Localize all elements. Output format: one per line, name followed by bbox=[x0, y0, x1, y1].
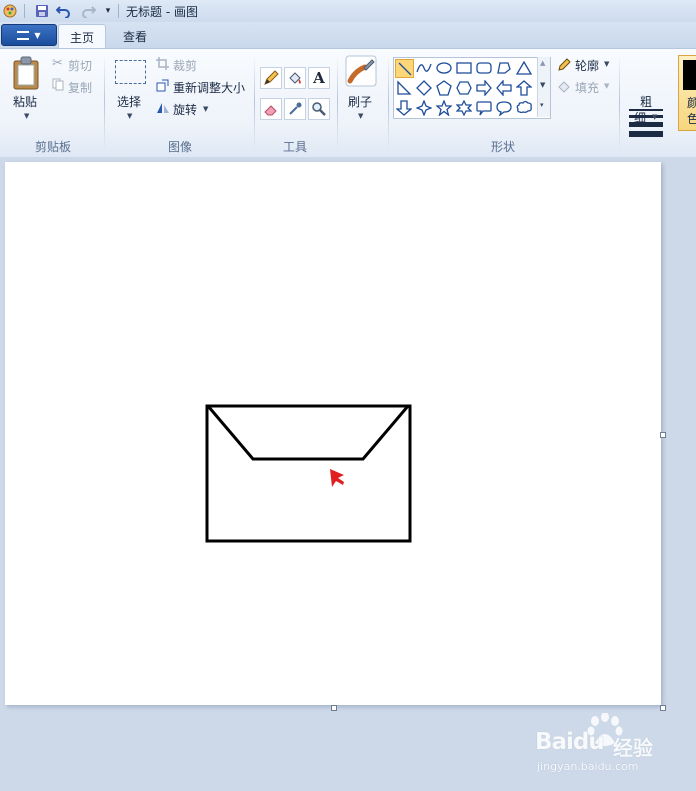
file-menu-button[interactable]: ▼ bbox=[1, 24, 57, 46]
shape-curve-icon[interactable] bbox=[415, 59, 433, 77]
outline-icon bbox=[557, 58, 571, 72]
fill-icon[interactable] bbox=[284, 67, 306, 89]
cut-button[interactable]: 剪切 bbox=[68, 57, 92, 74]
scroll-up-icon[interactable]: ▲ bbox=[540, 59, 545, 67]
scroll-down-icon[interactable]: ▼ bbox=[540, 81, 545, 89]
image-group-label: 图像 bbox=[167, 140, 192, 154]
shape-cloud-callout-icon[interactable] bbox=[515, 99, 533, 117]
fill-button[interactable]: 填充 bbox=[575, 79, 599, 96]
envelope-drawing bbox=[205, 404, 412, 543]
shape-rounded-rectangle-icon[interactable] bbox=[475, 59, 493, 77]
chevron-down-icon[interactable]: ▼ bbox=[358, 112, 363, 120]
chevron-down-icon[interactable]: ▼ bbox=[604, 82, 609, 90]
shape-polygon-icon[interactable] bbox=[495, 59, 513, 77]
color1-label-2: 色 bbox=[687, 112, 696, 126]
shapes-gallery bbox=[393, 57, 551, 119]
fill-shape-icon bbox=[557, 79, 571, 93]
undo-icon[interactable] bbox=[56, 3, 72, 19]
watermark-brand: Baidu bbox=[535, 729, 605, 755]
shape-left-arrow-icon[interactable] bbox=[495, 79, 513, 97]
canvas-resize-handle-right[interactable] bbox=[660, 432, 666, 438]
shapes-gallery-scrollbar[interactable]: ▲ ▼ ▾ bbox=[537, 57, 550, 117]
chevron-down-icon[interactable]: ▼ bbox=[652, 113, 657, 121]
shape-hexagon-icon[interactable] bbox=[455, 79, 473, 97]
shape-five-point-star-icon[interactable] bbox=[435, 99, 453, 117]
shape-four-point-star-icon[interactable] bbox=[415, 99, 433, 117]
select-button[interactable]: 选择 bbox=[117, 93, 141, 110]
eraser-icon[interactable] bbox=[260, 98, 282, 120]
redo-icon[interactable] bbox=[80, 3, 96, 19]
canvas-resize-handle-bottom[interactable] bbox=[331, 705, 337, 711]
color1-swatch bbox=[683, 60, 696, 90]
size-label-2[interactable]: 细 bbox=[634, 109, 646, 126]
mouse-cursor-icon bbox=[330, 469, 344, 487]
resize-icon bbox=[156, 79, 169, 92]
ribbon: 粘贴 ▼ ✂ 剪切 复制 剪贴板 选择 ▼ 裁剪 重新调整大小 旋转 ▼ 图像 … bbox=[0, 48, 696, 158]
envelope-body bbox=[205, 404, 412, 543]
tools-group-label: 工具 bbox=[282, 140, 307, 154]
chevron-down-icon[interactable]: ▼ bbox=[127, 112, 132, 120]
paste-icon[interactable] bbox=[12, 55, 40, 91]
shape-down-arrow-icon[interactable] bbox=[395, 99, 413, 117]
menu-icon bbox=[17, 30, 30, 40]
rotate-icon bbox=[156, 101, 170, 114]
copy-button[interactable]: 复制 bbox=[68, 79, 92, 96]
color-picker-icon[interactable] bbox=[284, 98, 306, 120]
text-icon[interactable]: A bbox=[308, 67, 330, 89]
watermark-cn: 经验 bbox=[613, 736, 653, 760]
shape-rounded-callout-icon[interactable] bbox=[475, 99, 493, 117]
shape-line-icon[interactable] bbox=[395, 59, 414, 78]
shape-right-arrow-icon[interactable] bbox=[475, 79, 493, 97]
scissors-icon: ✂ bbox=[52, 56, 63, 71]
shape-oval-icon[interactable] bbox=[435, 59, 453, 77]
brushes-button[interactable]: 刷子 bbox=[348, 93, 372, 110]
chevron-down-icon: ▼ bbox=[34, 30, 41, 40]
color1-label-1: 颜 bbox=[687, 96, 696, 110]
shape-rectangle-icon[interactable] bbox=[455, 59, 473, 77]
magnifier-icon[interactable] bbox=[308, 98, 330, 120]
ribbon-tab-row: ▼ 主页 查看 bbox=[0, 22, 696, 49]
customize-icon[interactable]: ▾ bbox=[100, 3, 116, 19]
brush-icon[interactable] bbox=[345, 55, 377, 87]
shape-triangle-icon[interactable] bbox=[515, 59, 533, 77]
baidu-watermark: Baidu 经验 jingyan.baidu.com bbox=[533, 712, 683, 777]
shape-six-point-star-icon[interactable] bbox=[455, 99, 473, 117]
watermark-url: jingyan.baidu.com bbox=[537, 760, 639, 773]
rotate-button[interactable]: 旋转 bbox=[173, 101, 197, 118]
title-bar: ▾ 无标题 - 画图 bbox=[0, 0, 696, 23]
expand-gallery-icon[interactable]: ▾ bbox=[540, 101, 544, 109]
select-icon[interactable] bbox=[115, 60, 146, 84]
canvas-resize-handle-corner[interactable] bbox=[660, 705, 666, 711]
shape-pentagon-icon[interactable] bbox=[435, 79, 453, 97]
tab-home[interactable]: 主页 bbox=[58, 24, 106, 49]
envelope-flap bbox=[206, 405, 410, 461]
tab-view[interactable]: 查看 bbox=[110, 24, 160, 48]
paint-app-icon[interactable] bbox=[2, 3, 18, 19]
copy-icon bbox=[52, 78, 64, 91]
shape-diamond-icon[interactable] bbox=[415, 79, 433, 97]
drawing-layer bbox=[205, 404, 412, 543]
shape-right-triangle-icon[interactable] bbox=[395, 79, 413, 97]
crop-icon bbox=[156, 57, 169, 70]
crop-button[interactable]: 裁剪 bbox=[173, 57, 197, 74]
chevron-down-icon[interactable]: ▼ bbox=[604, 60, 609, 68]
shape-oval-callout-icon[interactable] bbox=[495, 99, 513, 117]
size-label-1[interactable]: 粗 bbox=[640, 93, 652, 110]
shapes-group-label: 形状 bbox=[490, 140, 515, 154]
color1-button[interactable]: 颜 色 bbox=[678, 55, 696, 131]
drawing-canvas[interactable] bbox=[5, 162, 661, 705]
paste-button[interactable]: 粘贴 bbox=[13, 93, 37, 110]
chevron-down-icon[interactable]: ▼ bbox=[203, 105, 208, 113]
outline-button[interactable]: 轮廓 bbox=[575, 57, 599, 74]
resize-button[interactable]: 重新调整大小 bbox=[173, 79, 245, 96]
shape-up-arrow-icon[interactable] bbox=[515, 79, 533, 97]
chevron-down-icon[interactable]: ▼ bbox=[24, 112, 29, 120]
window-title: 无标题 - 画图 bbox=[126, 5, 198, 19]
pencil-icon[interactable] bbox=[260, 67, 282, 89]
save-icon[interactable] bbox=[34, 3, 50, 19]
clipboard-group-label: 剪贴板 bbox=[34, 140, 71, 154]
